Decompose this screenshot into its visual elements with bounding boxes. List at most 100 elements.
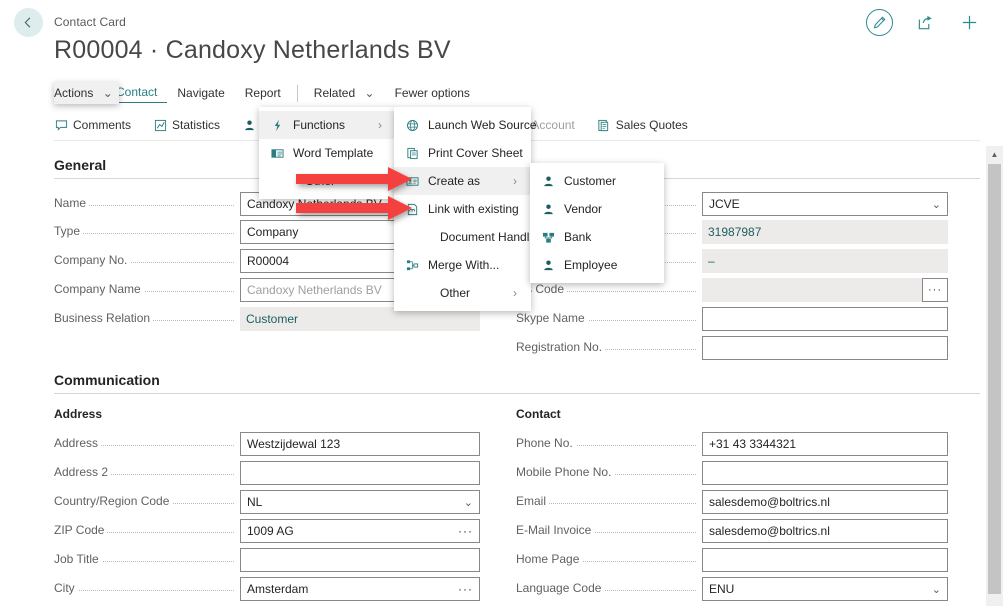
field-email-invoice: E-Mail Invoice salesdemo@boltrics.nl (516, 519, 948, 543)
chevron-down-icon: ⌄ (102, 86, 113, 100)
menu-item-document-handling-label: Document Handling (440, 230, 546, 244)
field-email-invoice-value: salesdemo@boltrics.nl (709, 524, 830, 538)
menu-item-document-handling[interactable]: Document Handling (394, 223, 545, 251)
field-city-input[interactable]: Amsterdam ··· (240, 577, 480, 601)
field-mobile-phone-no-input[interactable] (702, 461, 948, 485)
menu-item-print-cover-sheet[interactable]: Print Cover Sheet (394, 139, 531, 167)
chevron-down-icon[interactable]: ⌄ (464, 496, 473, 509)
field-mobile-phone-no-label: Mobile Phone No. (516, 465, 615, 479)
edit-pencil-icon[interactable] (866, 9, 893, 36)
bank-icon (540, 229, 556, 245)
field-skype-name: Skype Name (516, 307, 948, 331)
tab-fewer-options-label: Fewer options (394, 85, 470, 100)
field-address-2-input[interactable] (240, 461, 480, 485)
field-city-label: City (54, 581, 78, 595)
menu-item-vendor-label: Vendor (564, 202, 603, 216)
menu-item-create-as-label: Create as (428, 174, 481, 188)
field-company-no-label: Company No. (54, 253, 131, 267)
toolbar-item-comments-label: Comments (73, 118, 132, 132)
field-right-jcve-value: JCVE (709, 197, 740, 211)
field-zip-code-input[interactable]: 1009 AG ··· (240, 519, 480, 543)
tab-actions-label: Actions (54, 86, 94, 100)
back-button[interactable] (14, 8, 43, 37)
share-icon[interactable] (913, 11, 937, 35)
field-country-region-code-dropdown[interactable]: NL ⌄ (240, 490, 480, 514)
menu-item-functions[interactable]: Functions › (259, 111, 396, 139)
field-skype-name-input[interactable] (702, 307, 948, 331)
field-language-code-dropdown[interactable]: ENU ⌄ (702, 577, 948, 601)
toolbar-item-sales-quotes[interactable]: Sales Quotes (597, 118, 688, 132)
word-template-icon (269, 145, 285, 161)
breadcrumb: Contact Card (54, 15, 126, 29)
chevron-down-icon[interactable]: ⌄ (932, 583, 941, 596)
chart-icon (153, 118, 167, 132)
tab-fewer-options[interactable]: Fewer options (385, 84, 480, 103)
scrollbar-thumb[interactable] (988, 164, 1001, 594)
field-phone-no-value: +31 43 3344321 (709, 437, 797, 451)
field-right-dash-value: – (708, 254, 715, 268)
field-mobile-phone-no: Mobile Phone No. (516, 461, 948, 485)
field-status-code-value-box[interactable] (702, 278, 922, 302)
field-address-value: Westzijdewal 123 (247, 437, 341, 451)
lookup-ellipsis-icon[interactable]: ··· (458, 524, 473, 538)
person-icon (540, 257, 556, 273)
menu-item-customer[interactable]: Customer (530, 167, 664, 195)
subheading-contact: Contact (516, 407, 561, 421)
toolbar-item-statistics-label: Statistics (172, 118, 221, 132)
menu-item-merge-with[interactable]: Merge With... (394, 251, 531, 279)
field-zip-code-label: ZIP Code (54, 523, 108, 537)
field-city: City Amsterdam ··· (54, 577, 480, 601)
menu-item-link-with-existing[interactable]: Link with existing › (394, 195, 549, 223)
field-job-title-label: Job Title (54, 552, 102, 566)
tab-report[interactable]: Report (235, 84, 291, 103)
scroll-up-arrow-icon[interactable]: ▲ (986, 146, 1003, 163)
field-home-page-input[interactable] (702, 548, 948, 572)
field-email-input[interactable]: salesdemo@boltrics.nl (702, 490, 948, 514)
functions-submenu[interactable]: Launch Web Source Print Cover Sheet Crea… (394, 107, 549, 311)
tab-navigate[interactable]: Navigate (167, 84, 234, 103)
vertical-scrollbar[interactable]: ▲ (986, 146, 1003, 606)
person-icon (540, 201, 556, 217)
field-email: Email salesdemo@boltrics.nl (516, 490, 948, 514)
toolbar-item-comments[interactable]: Comments (54, 118, 131, 132)
tab-related[interactable]: Related ⌄ (304, 84, 385, 103)
field-email-invoice-input[interactable]: salesdemo@boltrics.nl (702, 519, 948, 543)
toolbar-item-statistics[interactable]: Statistics (153, 118, 220, 132)
field-status-code-assist-button[interactable]: ··· (922, 278, 948, 302)
field-address-input[interactable]: Westzijdewal 123 (240, 432, 480, 456)
menu-item-print-cover-sheet-label: Print Cover Sheet (428, 146, 523, 160)
field-company-name-label: Company Name (54, 282, 144, 296)
lookup-ellipsis-icon[interactable]: ··· (458, 582, 473, 596)
tab-actions[interactable]: Actions ⌄ (54, 82, 119, 104)
menu-item-vendor[interactable]: Vendor (530, 195, 664, 223)
chevron-down-icon[interactable]: ⌄ (932, 198, 941, 211)
menu-item-other-level2[interactable]: Other › (394, 279, 531, 307)
field-skype-name-label: Skype Name (516, 311, 588, 325)
field-right-jcve-dropdown[interactable]: JCVE ⌄ (702, 192, 948, 216)
field-phone-no-input[interactable]: +31 43 3344321 (702, 432, 948, 456)
tab-navigate-label: Navigate (177, 85, 225, 100)
menu-item-launch-web-source[interactable]: Launch Web Source (394, 111, 537, 139)
menu-item-word-template[interactable]: Word Template (259, 139, 396, 167)
person-icon (540, 173, 556, 189)
field-address-2-label: Address 2 (54, 465, 112, 479)
no-icon (404, 285, 420, 301)
field-right-registration-number-value-box: 31987987 (702, 220, 948, 244)
field-country-region-code: Country/Region Code NL ⌄ (54, 490, 480, 514)
field-right-dash-value-box: – (702, 249, 948, 273)
menu-item-employee[interactable]: Employee (530, 251, 664, 279)
field-email-value: salesdemo@boltrics.nl (709, 495, 830, 509)
chevron-right-icon: › (513, 286, 517, 300)
field-job-title: Job Title (54, 548, 480, 572)
sales-quotes-icon (597, 118, 611, 132)
create-as-submenu[interactable]: Customer Vendor Bank Employee (530, 163, 664, 283)
field-country-region-code-label: Country/Region Code (54, 494, 173, 508)
field-home-page-label: Home Page (516, 552, 583, 566)
ribbon-tab-row: Home Contact Navigate Report Actions ⌄ R… (54, 82, 480, 104)
menu-item-bank[interactable]: Bank (530, 223, 664, 251)
field-job-title-input[interactable] (240, 548, 480, 572)
field-registration-no-input[interactable] (702, 336, 948, 360)
plus-icon[interactable] (957, 11, 981, 35)
menu-item-create-as[interactable]: Create as › (394, 167, 531, 195)
field-business-relation-value: Customer (246, 312, 299, 326)
